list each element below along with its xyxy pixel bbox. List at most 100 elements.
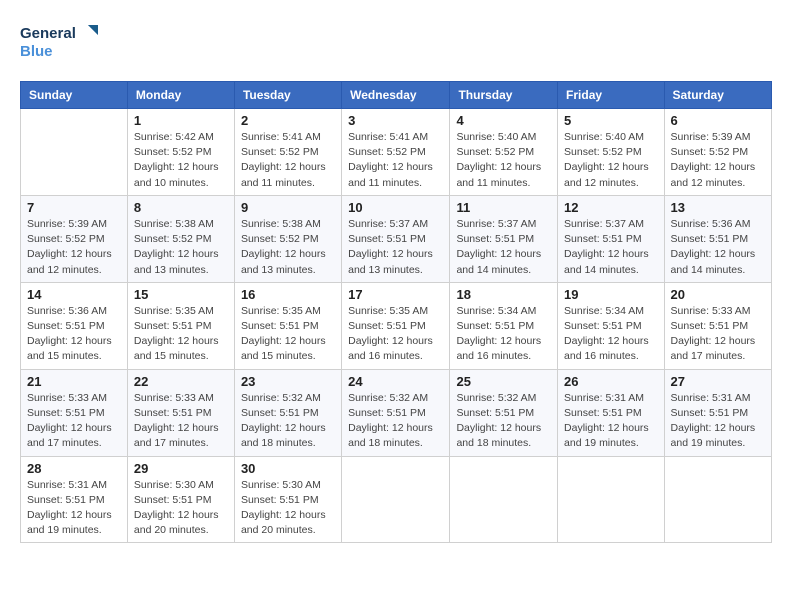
week-row: 21 Sunrise: 5:33 AMSunset: 5:51 PMDayligh… (21, 369, 772, 456)
day-cell: 14 Sunrise: 5:36 AMSunset: 5:51 PMDayligh… (21, 282, 128, 369)
day-info: Sunrise: 5:39 AMSunset: 5:52 PMDaylight:… (27, 217, 121, 278)
day-info: Sunrise: 5:32 AMSunset: 5:51 PMDaylight:… (348, 391, 443, 452)
week-row: 1Sunrise: 5:42 AMSunset: 5:52 PMDaylight… (21, 109, 772, 196)
day-info: Sunrise: 5:36 AMSunset: 5:51 PMDaylight:… (671, 217, 765, 278)
day-number: 14 (27, 287, 121, 302)
day-info: Sunrise: 5:40 AMSunset: 5:52 PMDaylight:… (456, 130, 551, 191)
day-cell (558, 456, 665, 543)
day-info: Sunrise: 5:30 AMSunset: 5:51 PMDaylight:… (134, 478, 228, 539)
day-cell: 19 Sunrise: 5:34 AMSunset: 5:51 PMDayligh… (558, 282, 665, 369)
day-cell: 9Sunrise: 5:38 AMSunset: 5:52 PMDaylight… (234, 195, 341, 282)
day-info: Sunrise: 5:39 AMSunset: 5:52 PMDaylight:… (671, 130, 765, 191)
day-info: Sunrise: 5:38 AMSunset: 5:52 PMDaylight:… (134, 217, 228, 278)
day-info: Sunrise: 5:32 AMSunset: 5:51 PMDaylight:… (241, 391, 335, 452)
day-number: 22 (134, 374, 228, 389)
day-cell: 3Sunrise: 5:41 AMSunset: 5:52 PMDaylight… (342, 109, 450, 196)
calendar-header: SundayMondayTuesdayWednesdayThursdayFrid… (21, 82, 772, 109)
day-info: Sunrise: 5:35 AMSunset: 5:51 PMDaylight:… (241, 304, 335, 365)
day-cell: 7 Sunrise: 5:39 AMSunset: 5:52 PMDaylight… (21, 195, 128, 282)
week-row: 7 Sunrise: 5:39 AMSunset: 5:52 PMDaylight… (21, 195, 772, 282)
weekday-header: Tuesday (234, 82, 341, 109)
day-number: 27 (671, 374, 765, 389)
day-info: Sunrise: 5:41 AMSunset: 5:52 PMDaylight:… (241, 130, 335, 191)
day-cell: 15Sunrise: 5:35 AMSunset: 5:51 PMDayligh… (127, 282, 234, 369)
day-info: Sunrise: 5:37 AMSunset: 5:51 PMDaylight:… (564, 217, 658, 278)
day-cell: 8 Sunrise: 5:38 AMSunset: 5:52 PMDaylight… (127, 195, 234, 282)
day-cell: 5Sunrise: 5:40 AMSunset: 5:52 PMDaylight… (558, 109, 665, 196)
day-cell (450, 456, 558, 543)
day-number: 4 (456, 113, 551, 128)
day-info: Sunrise: 5:35 AMSunset: 5:51 PMDaylight:… (134, 304, 228, 365)
week-row: 14 Sunrise: 5:36 AMSunset: 5:51 PMDayligh… (21, 282, 772, 369)
day-cell: 6 Sunrise: 5:39 AMSunset: 5:52 PMDaylight… (664, 109, 771, 196)
day-info: Sunrise: 5:34 AMSunset: 5:51 PMDaylight:… (564, 304, 658, 365)
logo-svg: General Blue (20, 20, 100, 65)
day-info: Sunrise: 5:40 AMSunset: 5:52 PMDaylight:… (564, 130, 658, 191)
day-number: 7 (27, 200, 121, 215)
day-info: Sunrise: 5:35 AMSunset: 5:51 PMDaylight:… (348, 304, 443, 365)
calendar-body: 1Sunrise: 5:42 AMSunset: 5:52 PMDaylight… (21, 109, 772, 543)
svg-text:General: General (20, 25, 76, 42)
day-info: Sunrise: 5:41 AMSunset: 5:52 PMDaylight:… (348, 130, 443, 191)
day-cell (342, 456, 450, 543)
day-cell: 4 Sunrise: 5:40 AMSunset: 5:52 PMDaylight… (450, 109, 558, 196)
day-info: Sunrise: 5:32 AMSunset: 5:51 PMDaylight:… (456, 391, 551, 452)
logo: General Blue (20, 20, 100, 65)
day-cell: 30 Sunrise: 5:30 AMSunset: 5:51 PMDayligh… (234, 456, 341, 543)
day-cell: 27 Sunrise: 5:31 AMSunset: 5:51 PMDayligh… (664, 369, 771, 456)
weekday-header: Friday (558, 82, 665, 109)
weekday-header: Wednesday (342, 82, 450, 109)
day-cell: 13 Sunrise: 5:36 AMSunset: 5:51 PMDayligh… (664, 195, 771, 282)
svg-text:Blue: Blue (20, 43, 53, 60)
day-info: Sunrise: 5:31 AMSunset: 5:51 PMDaylight:… (27, 478, 121, 539)
day-cell: 2 Sunrise: 5:41 AMSunset: 5:52 PMDaylight… (234, 109, 341, 196)
day-number: 21 (27, 374, 121, 389)
day-number: 19 (564, 287, 658, 302)
day-number: 11 (456, 200, 551, 215)
day-number: 30 (241, 461, 335, 476)
day-info: Sunrise: 5:36 AMSunset: 5:51 PMDaylight:… (27, 304, 121, 365)
weekday-header: Thursday (450, 82, 558, 109)
day-info: Sunrise: 5:37 AMSunset: 5:51 PMDaylight:… (348, 217, 443, 278)
day-cell: 18 Sunrise: 5:34 AMSunset: 5:51 PMDayligh… (450, 282, 558, 369)
day-cell: 24 Sunrise: 5:32 AMSunset: 5:51 PMDayligh… (342, 369, 450, 456)
day-cell: 28Sunrise: 5:31 AMSunset: 5:51 PMDayligh… (21, 456, 128, 543)
day-number: 16 (241, 287, 335, 302)
day-number: 18 (456, 287, 551, 302)
day-number: 29 (134, 461, 228, 476)
day-cell: 20 Sunrise: 5:33 AMSunset: 5:51 PMDayligh… (664, 282, 771, 369)
day-cell: 12 Sunrise: 5:37 AMSunset: 5:51 PMDayligh… (558, 195, 665, 282)
day-cell: 10 Sunrise: 5:37 AMSunset: 5:51 PMDayligh… (342, 195, 450, 282)
day-cell: 26Sunrise: 5:31 AMSunset: 5:51 PMDayligh… (558, 369, 665, 456)
day-info: Sunrise: 5:42 AMSunset: 5:52 PMDaylight:… (134, 130, 228, 191)
day-cell (21, 109, 128, 196)
day-info: Sunrise: 5:33 AMSunset: 5:51 PMDaylight:… (671, 304, 765, 365)
day-cell: 1Sunrise: 5:42 AMSunset: 5:52 PMDaylight… (127, 109, 234, 196)
weekday-header: Saturday (664, 82, 771, 109)
calendar-table: SundayMondayTuesdayWednesdayThursdayFrid… (20, 81, 772, 543)
weekday-header: Sunday (21, 82, 128, 109)
day-number: 6 (671, 113, 765, 128)
day-number: 24 (348, 374, 443, 389)
day-number: 2 (241, 113, 335, 128)
day-number: 9 (241, 200, 335, 215)
day-cell: 25 Sunrise: 5:32 AMSunset: 5:51 PMDayligh… (450, 369, 558, 456)
page-header: General Blue (20, 20, 772, 65)
day-info: Sunrise: 5:33 AMSunset: 5:51 PMDaylight:… (134, 391, 228, 452)
day-number: 8 (134, 200, 228, 215)
day-cell: 21Sunrise: 5:33 AMSunset: 5:51 PMDayligh… (21, 369, 128, 456)
day-number: 20 (671, 287, 765, 302)
day-info: Sunrise: 5:31 AMSunset: 5:51 PMDaylight:… (671, 391, 765, 452)
weekday-header: Monday (127, 82, 234, 109)
day-number: 26 (564, 374, 658, 389)
day-cell: 17Sunrise: 5:35 AMSunset: 5:51 PMDayligh… (342, 282, 450, 369)
day-info: Sunrise: 5:34 AMSunset: 5:51 PMDaylight:… (456, 304, 551, 365)
day-number: 25 (456, 374, 551, 389)
day-number: 12 (564, 200, 658, 215)
day-info: Sunrise: 5:30 AMSunset: 5:51 PMDaylight:… (241, 478, 335, 539)
day-number: 13 (671, 200, 765, 215)
day-info: Sunrise: 5:37 AMSunset: 5:51 PMDaylight:… (456, 217, 551, 278)
day-number: 23 (241, 374, 335, 389)
day-cell: 16 Sunrise: 5:35 AMSunset: 5:51 PMDayligh… (234, 282, 341, 369)
day-number: 10 (348, 200, 443, 215)
